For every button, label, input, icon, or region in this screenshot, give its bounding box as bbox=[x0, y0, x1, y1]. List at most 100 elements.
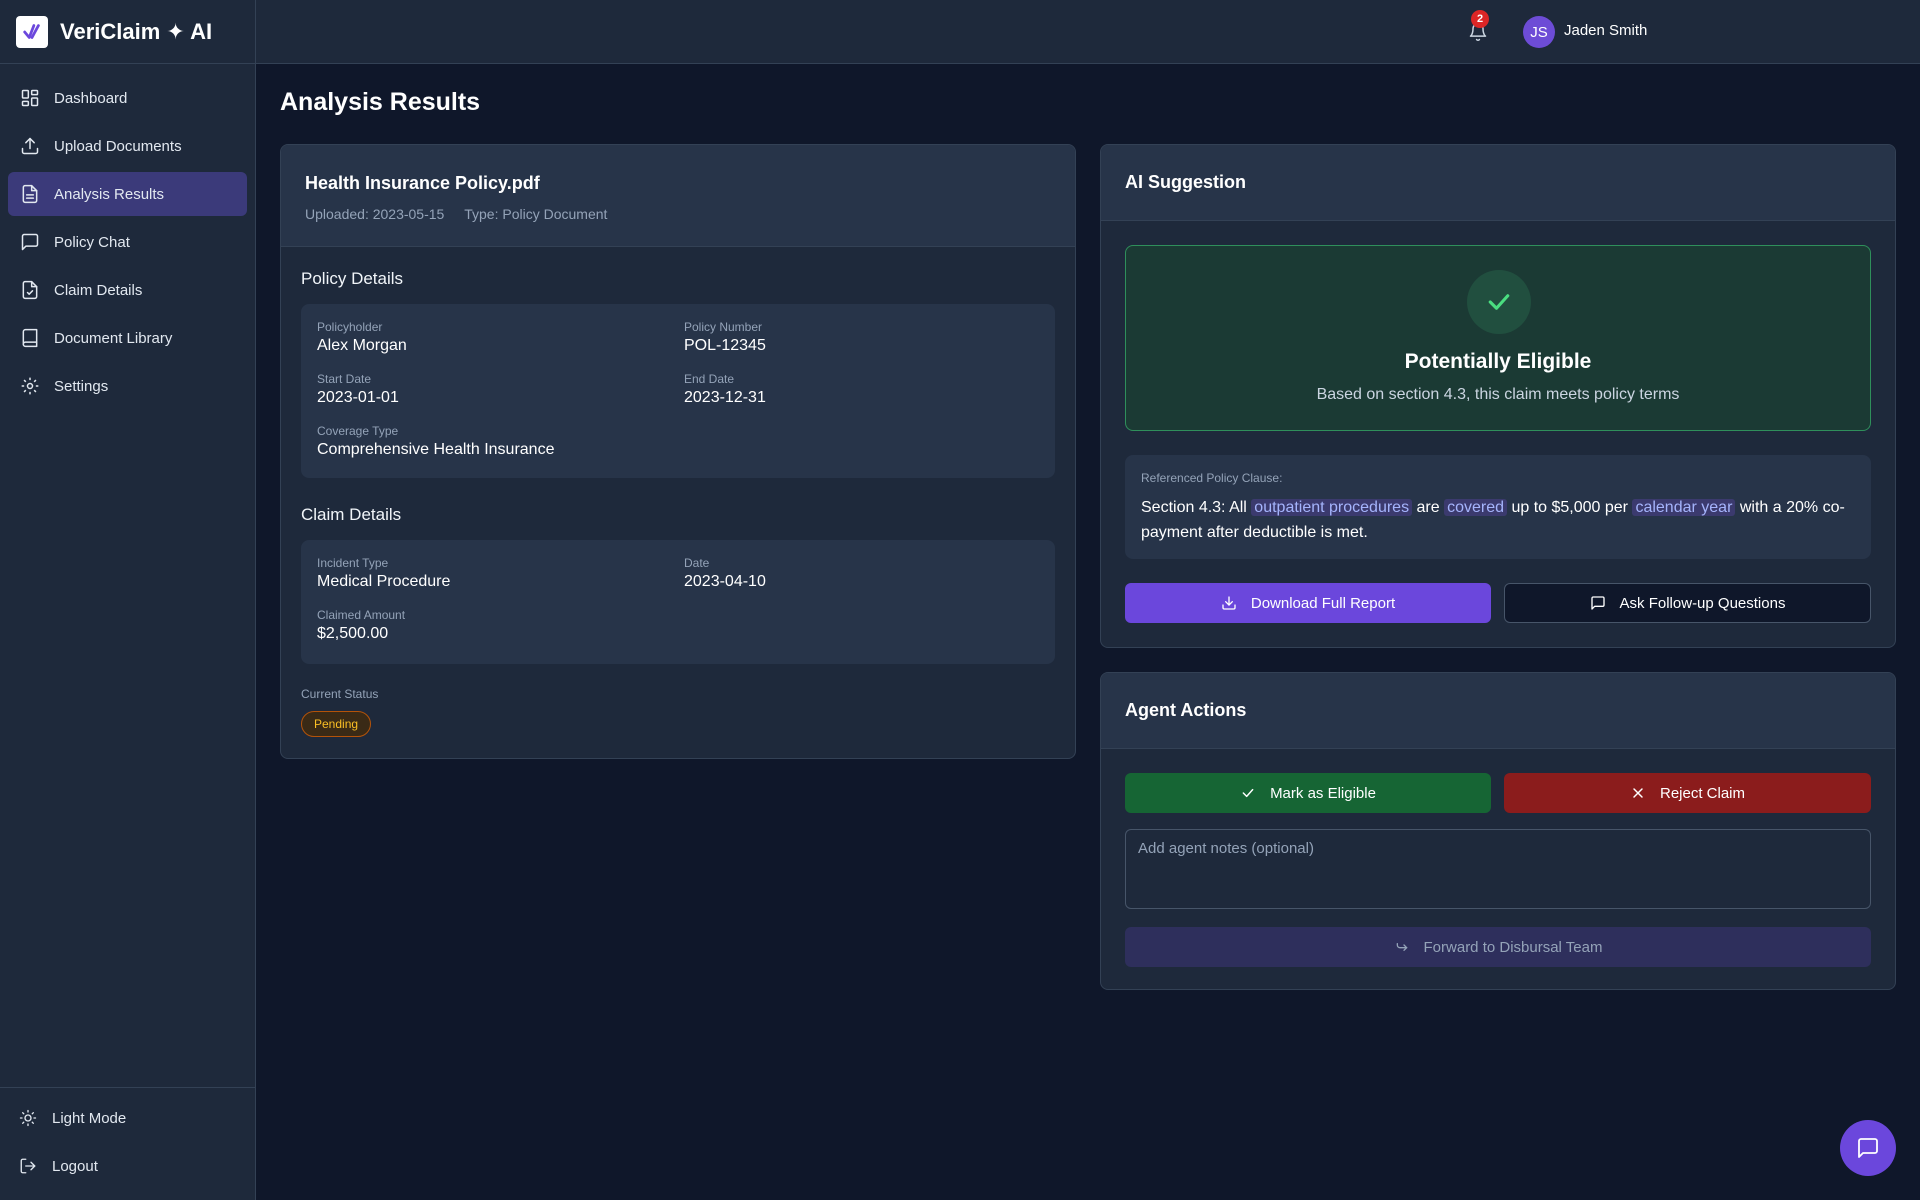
page-title: Analysis Results bbox=[280, 88, 481, 116]
sidebar-item-document-library[interactable]: Document Library bbox=[8, 316, 247, 360]
top-bar bbox=[256, 0, 1920, 64]
clause-label: Referenced Policy Clause: bbox=[1141, 471, 1283, 485]
claim-details-panel: Incident Type Medical Procedure Date 202… bbox=[301, 540, 1055, 664]
policyholder-value: Alex Morgan bbox=[317, 337, 407, 354]
sun-icon bbox=[19, 1109, 37, 1127]
reject-claim-label: Reject Claim bbox=[1659, 784, 1746, 802]
claim-date-field: Date 2023-04-10 bbox=[684, 556, 766, 591]
policyholder-field: Policyholder Alex Morgan bbox=[317, 320, 407, 355]
clause-highlight: outpatient procedures bbox=[1251, 499, 1413, 516]
sidebar-item-label: Claim Details bbox=[54, 281, 143, 299]
chat-fab-button[interactable] bbox=[1840, 1120, 1896, 1176]
start-date-label: Start Date bbox=[317, 372, 372, 386]
sidebar-item-label: Upload Documents bbox=[54, 137, 182, 155]
policy-number-value: POL-12345 bbox=[684, 337, 766, 354]
policy-details-panel: Policyholder Alex Morgan Policy Number P… bbox=[301, 304, 1055, 478]
mark-eligible-label: Mark as Eligible bbox=[1270, 784, 1376, 802]
chat-icon bbox=[21, 233, 39, 251]
document-header: Health Insurance Policy.pdf Uploaded: 20… bbox=[281, 145, 1075, 247]
incident-type-label: Incident Type bbox=[317, 556, 389, 570]
status-label: Current Status bbox=[301, 687, 379, 701]
coverage-type-field: Coverage Type Comprehensive Health Insur… bbox=[317, 424, 554, 459]
logout-icon bbox=[20, 1158, 36, 1174]
end-date-value: 2023-12-31 bbox=[684, 389, 766, 406]
logout-button[interactable]: Logout bbox=[8, 1144, 247, 1188]
document-name: Health Insurance Policy.pdf bbox=[305, 173, 540, 193]
ask-followup-label: Ask Follow-up Questions bbox=[1619, 594, 1786, 612]
avatar[interactable]: JS bbox=[1523, 16, 1555, 48]
document-type: Type: Policy Document bbox=[464, 206, 608, 222]
logout-label: Logout bbox=[52, 1157, 98, 1175]
check-icon bbox=[1467, 270, 1531, 334]
document-card: Health Insurance Policy.pdf Uploaded: 20… bbox=[280, 144, 1076, 759]
book-icon bbox=[22, 328, 38, 348]
sidebar: VeriClaim ✦ AI Dashboard Upload Document… bbox=[0, 0, 256, 1200]
ai-suggestion-title: AI Suggestion bbox=[1125, 172, 1246, 192]
upload-date: Uploaded: 2023-05-15 bbox=[305, 206, 445, 222]
sidebar-item-claim-details[interactable]: Claim Details bbox=[8, 268, 247, 312]
sidebar-item-policy-chat[interactable]: Policy Chat bbox=[8, 220, 247, 264]
sidebar-item-label: Settings bbox=[54, 377, 109, 395]
claimed-amount-field: Claimed Amount $2,500.00 bbox=[317, 608, 405, 643]
sidebar-item-label: Dashboard bbox=[54, 89, 128, 107]
agent-actions-title: Agent Actions bbox=[1125, 700, 1247, 720]
reject-claim-button[interactable]: Reject Claim bbox=[1504, 773, 1871, 813]
ai-suggestion-header: AI Suggestion bbox=[1101, 145, 1895, 221]
ask-followup-button[interactable]: Ask Follow-up Questions bbox=[1504, 583, 1871, 623]
coverage-type-label: Coverage Type bbox=[317, 424, 399, 438]
sidebar-item-analysis-results[interactable]: Analysis Results bbox=[8, 172, 247, 216]
app-name: VeriClaim ✦ AI bbox=[60, 18, 213, 44]
sidebar-item-dashboard[interactable]: Dashboard bbox=[8, 76, 247, 120]
sidebar-item-label: Document Library bbox=[54, 329, 173, 347]
start-date-field: Start Date 2023-01-01 bbox=[317, 372, 399, 407]
policy-details-heading: Policy Details bbox=[301, 269, 404, 288]
document-icon bbox=[22, 184, 38, 204]
coverage-type-value: Comprehensive Health Insurance bbox=[317, 441, 555, 458]
end-date-label: End Date bbox=[684, 372, 735, 386]
file-check-icon bbox=[22, 280, 38, 300]
clause-text-part: are bbox=[1412, 499, 1445, 516]
check-icon bbox=[1242, 788, 1254, 798]
claim-date-label: Date bbox=[684, 556, 710, 570]
claimed-amount-label: Claimed Amount bbox=[317, 608, 406, 622]
ai-suggestion-card: AI Suggestion Potentially Eligible Based… bbox=[1100, 144, 1896, 648]
light-mode-label: Light Mode bbox=[52, 1109, 127, 1127]
download-report-button[interactable]: Download Full Report bbox=[1125, 583, 1491, 623]
logo-icon bbox=[16, 15, 48, 48]
download-icon bbox=[1222, 596, 1236, 610]
claim-date-value: 2023-04-10 bbox=[684, 573, 766, 590]
policy-number-label: Policy Number bbox=[684, 320, 763, 334]
notification-badge: 2 bbox=[1471, 10, 1489, 28]
forward-disbursal-button[interactable]: Forward to Disbursal Team bbox=[1125, 927, 1871, 967]
agent-actions-header: Agent Actions bbox=[1101, 673, 1895, 749]
incident-type-field: Incident Type Medical Procedure bbox=[317, 556, 450, 591]
sidebar-item-settings[interactable]: Settings bbox=[8, 364, 247, 408]
agent-notes-input[interactable] bbox=[1125, 829, 1871, 909]
sidebar-item-label: Analysis Results bbox=[54, 185, 165, 203]
forward-arrow-icon bbox=[1396, 943, 1407, 951]
clause-highlight: calendar year bbox=[1632, 499, 1736, 516]
eligibility-verdict: Potentially Eligible bbox=[1404, 350, 1592, 373]
document-meta: Uploaded: 2023-05-15 Type: Policy Docume… bbox=[305, 206, 1051, 222]
clause-text: Section 4.3: All outpatient procedures a… bbox=[1141, 495, 1855, 545]
sidebar-bottom: Light Mode Logout bbox=[0, 1087, 255, 1200]
user-name[interactable]: Jaden Smith bbox=[1564, 22, 1647, 39]
policy-number-field: Policy Number POL-12345 bbox=[684, 320, 766, 355]
claim-details-heading: Claim Details bbox=[301, 505, 402, 524]
mark-eligible-button[interactable]: Mark as Eligible bbox=[1125, 773, 1491, 813]
end-date-field: End Date 2023-12-31 bbox=[684, 372, 766, 407]
light-mode-toggle[interactable]: Light Mode bbox=[8, 1096, 247, 1140]
close-icon bbox=[1633, 788, 1643, 798]
upload-icon bbox=[21, 137, 39, 155]
start-date-value: 2023-01-01 bbox=[317, 389, 399, 406]
clause-text-part: up to $5,000 per bbox=[1507, 499, 1633, 516]
incident-type-value: Medical Procedure bbox=[317, 573, 451, 590]
brand[interactable]: VeriClaim ✦ AI bbox=[0, 0, 255, 64]
claimed-amount-value: $2,500.00 bbox=[317, 625, 389, 642]
sidebar-nav: Dashboard Upload Documents Analysis Resu… bbox=[0, 64, 255, 424]
chat-icon bbox=[1590, 596, 1605, 610]
policy-clause: Referenced Policy Clause: Section 4.3: A… bbox=[1125, 455, 1871, 559]
chat-icon bbox=[1858, 1138, 1878, 1158]
sidebar-item-label: Policy Chat bbox=[54, 233, 130, 251]
sidebar-item-upload-documents[interactable]: Upload Documents bbox=[8, 124, 247, 168]
